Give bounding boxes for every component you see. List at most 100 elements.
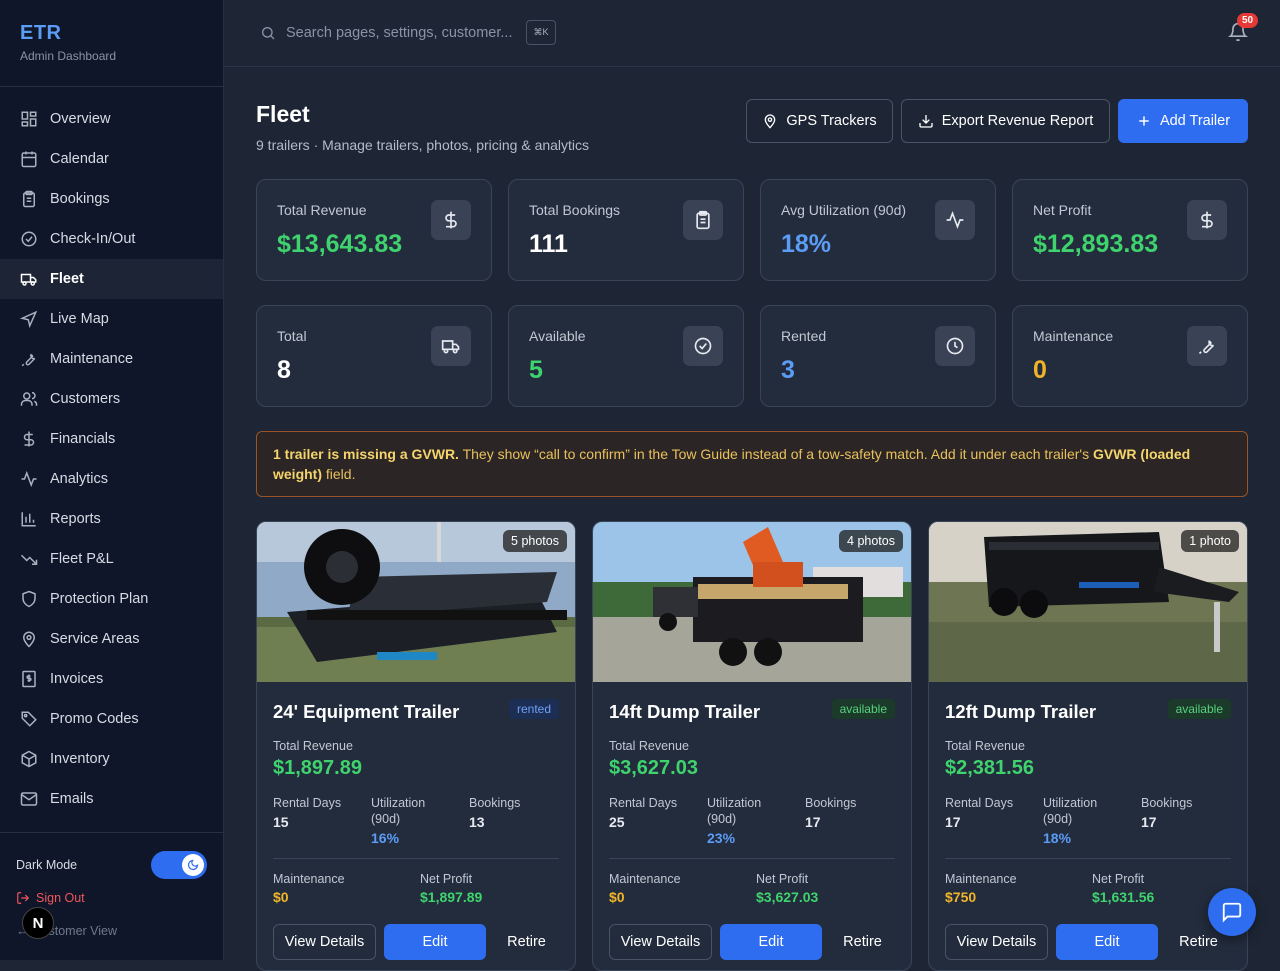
utilization-label: Utilization (90d) [707, 796, 762, 826]
view-details-button[interactable]: View Details [609, 924, 712, 960]
utilization-value: 18% [1043, 830, 1072, 846]
bookings: Bookings 17 [805, 795, 895, 830]
stat-card-maintenance: Maintenance 0 [1012, 305, 1248, 407]
retire-button[interactable]: Retire [494, 924, 559, 960]
rental-days-value: 15 [273, 814, 289, 830]
top-bar: Search pages, settings, customer... ⌘K 5… [224, 0, 1280, 67]
message-icon [1222, 902, 1242, 923]
stat-value: 18% [781, 230, 832, 258]
sidebar-item-calendar[interactable]: Calendar [0, 139, 223, 179]
moon-icon [182, 854, 204, 876]
sidebar-item-inventory[interactable]: Inventory [0, 739, 223, 779]
export-revenue-report-button[interactable]: Export Revenue Report [901, 99, 1110, 143]
warning-text-end: field. [322, 466, 356, 482]
stat-label: Total Revenue [277, 202, 367, 218]
sidebar-item-invoices[interactable]: Invoices [0, 659, 223, 699]
map-pin-icon [22, 631, 36, 648]
search-bar[interactable]: Search pages, settings, customer... ⌘K [260, 20, 556, 45]
stat-card-avg-utilization: Avg Utilization (90d) 18% [760, 179, 996, 281]
add-trailer-button[interactable]: Add Trailer [1118, 99, 1248, 143]
gps-trackers-button[interactable]: GPS Trackers [746, 99, 893, 143]
sidebar-item-label: Invoices [50, 671, 104, 687]
photo-count-badge: 4 photos [839, 530, 903, 552]
maintenance-label: Maintenance [609, 872, 681, 886]
maintenance-label: Maintenance [945, 872, 1017, 886]
status-badge: available [1167, 699, 1231, 719]
sidebar-item-customers[interactable]: Customers [0, 379, 223, 419]
trailer-card: 4 photos 14ft Dump Trailer available Tot… [592, 521, 912, 971]
stat-card-net-profit: Net Profit $12,893.83 [1012, 179, 1248, 281]
trailer-photo[interactable]: 1 photo [929, 522, 1247, 682]
brand: ETR Admin Dashboard [20, 22, 116, 63]
divider [609, 858, 895, 859]
dark-mode-label: Dark Mode [16, 858, 78, 872]
stat-value: $13,643.83 [277, 230, 403, 258]
sidebar-item-bookings[interactable]: Bookings [0, 179, 223, 219]
warning-text: They show “call to confirm” in the Tow G… [458, 446, 1093, 462]
check-circle-icon [21, 231, 37, 247]
maintenance-label: Maintenance [273, 872, 345, 886]
stat-card-total-bookings: Total Bookings 111 [508, 179, 744, 281]
sidebar-item-label: Calendar [50, 151, 109, 167]
edit-button[interactable]: Edit [720, 924, 822, 960]
status-badge: available [831, 699, 895, 719]
sidebar-item-service-areas[interactable]: Service Areas [0, 619, 223, 659]
photo-count-badge: 1 photo [1181, 530, 1239, 552]
edit-button[interactable]: Edit [384, 924, 486, 960]
trailer-photo[interactable]: 4 photos [593, 522, 911, 682]
maintenance: Maintenance $750 [945, 872, 1017, 905]
wrench-icon [21, 353, 36, 367]
view-details-button[interactable]: View Details [945, 924, 1048, 960]
avatar[interactable]: N [22, 907, 54, 939]
edit-button[interactable]: Edit [1056, 924, 1158, 960]
view-details-button[interactable]: View Details [273, 924, 376, 960]
net-profit-label: Net Profit [1092, 872, 1145, 886]
grid-icon [21, 111, 37, 127]
shortcut-badge: ⌘K [526, 20, 556, 45]
total-revenue-value: $3,627.03 [609, 757, 698, 779]
sidebar-item-emails[interactable]: Emails [0, 779, 223, 819]
warning-bold: 1 trailer is missing a GVWR. [273, 446, 459, 462]
net-profit-value: $1,897.89 [420, 889, 483, 905]
sidebar-item-live-map[interactable]: Live Map [0, 299, 223, 339]
sidebar-item-check-in-out[interactable]: Check-In/Out [0, 219, 223, 259]
plus-icon [1139, 116, 1149, 126]
sign-out-button[interactable]: Sign Out [16, 891, 85, 905]
chat-button[interactable] [1208, 888, 1256, 936]
sidebar-item-financials[interactable]: Financials [0, 419, 223, 459]
photo-count-badge: 5 photos [503, 530, 567, 552]
retire-button[interactable]: Retire [830, 924, 895, 960]
rental-days-value: 17 [945, 814, 961, 830]
rental-days: Rental Days 25 [609, 795, 699, 830]
sidebar-item-label: Inventory [50, 751, 110, 767]
trailer-name: 12ft Dump Trailer [945, 701, 1097, 722]
sidebar-item-promo-codes[interactable]: Promo Codes [0, 699, 223, 739]
truck-icon [431, 326, 471, 366]
page-title: Fleet [256, 101, 310, 127]
dollar-icon [1187, 200, 1227, 240]
sidebar-item-maintenance[interactable]: Maintenance [0, 339, 223, 379]
stat-value: 111 [529, 230, 568, 258]
bookings-label: Bookings [469, 796, 521, 810]
sidebar-item-overview[interactable]: Overview [0, 99, 223, 139]
sidebar-item-fleet-pl[interactable]: Fleet P&L [0, 539, 223, 579]
sidebar-item-analytics[interactable]: Analytics [0, 459, 223, 499]
download-icon [919, 115, 933, 128]
rental-days: Rental Days 17 [945, 795, 1035, 830]
trailer-photo[interactable]: 5 photos [257, 522, 575, 682]
dark-mode-toggle[interactable] [151, 851, 207, 879]
sidebar-item-reports[interactable]: Reports [0, 499, 223, 539]
search-input[interactable]: Search pages, settings, customer... [286, 25, 512, 41]
activity-icon [21, 470, 37, 488]
rental-days-label: Rental Days [609, 796, 678, 810]
stat-value: $12,893.83 [1033, 230, 1159, 258]
gps-trackers-label: GPS Trackers [786, 113, 877, 129]
stat-card-rented: Rented 3 [760, 305, 996, 407]
brand-subtitle: Admin Dashboard [20, 49, 117, 63]
sidebar-item-label: Overview [50, 111, 111, 127]
rental-days-label: Rental Days [273, 796, 342, 810]
sidebar-item-protection-plan[interactable]: Protection Plan [0, 579, 223, 619]
stat-card-total-revenue: Total Revenue $13,643.83 [256, 179, 492, 281]
sidebar-item-fleet[interactable]: Fleet [0, 259, 223, 299]
total-revenue-value: $2,381.56 [945, 757, 1034, 779]
